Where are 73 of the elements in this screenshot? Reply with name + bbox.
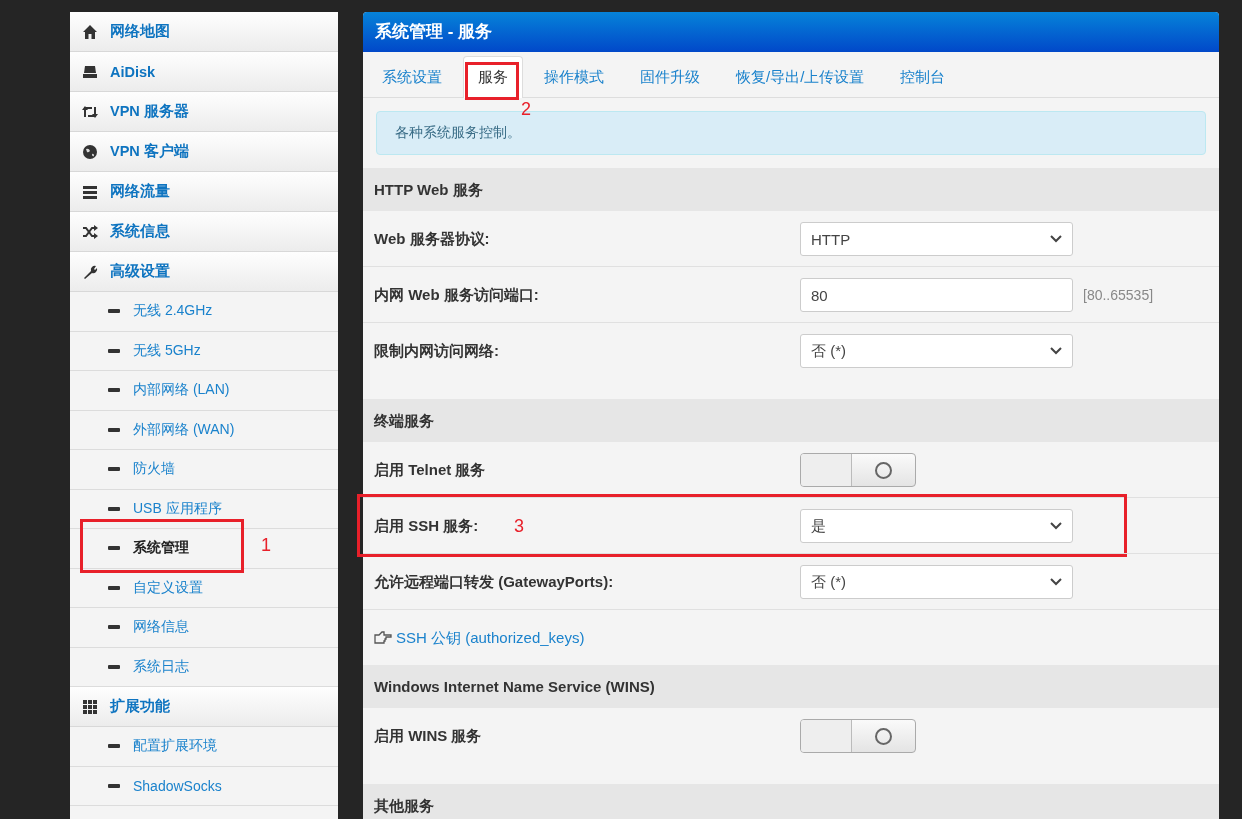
- tab[interactable]: 控制台: [885, 56, 961, 97]
- dropdown[interactable]: 否 (*): [800, 334, 1073, 368]
- dash-icon: [108, 625, 120, 630]
- submenu-item[interactable]: 无线 2.4GHz: [70, 292, 338, 332]
- port-input[interactable]: 80: [800, 278, 1073, 312]
- panel-title: 系统管理 - 服务: [363, 12, 1219, 52]
- menu-item[interactable]: 高级设置: [70, 252, 338, 292]
- section-header: HTTP Web 服务: [363, 168, 1219, 211]
- menu-item[interactable]: VPN 客户端: [70, 132, 338, 172]
- dash-icon: [108, 348, 120, 353]
- globe-icon: [82, 143, 98, 160]
- dash-icon: [108, 427, 120, 432]
- dash-icon: [108, 506, 120, 511]
- dropdown[interactable]: 是: [800, 509, 1073, 543]
- dropdown[interactable]: HTTP: [800, 222, 1073, 256]
- chevron-down-icon: [1050, 347, 1062, 355]
- annotation-number: 3: [514, 516, 524, 536]
- submenu-item[interactable]: 网络信息: [70, 608, 338, 648]
- chevron-down-icon: [1050, 578, 1062, 586]
- drive-icon: [82, 63, 98, 80]
- menu-item[interactable]: 网络地图: [70, 12, 338, 52]
- ssh-key-link[interactable]: SSH 公钥 (authorized_keys): [374, 628, 585, 648]
- submenu-item[interactable]: 配置扩展环境: [70, 727, 338, 767]
- dash-icon: [108, 309, 120, 314]
- chevron-down-icon: [1050, 235, 1062, 243]
- annotation-number: 1: [261, 535, 271, 555]
- submenu-item[interactable]: ShadowSocks: [70, 766, 338, 806]
- tab[interactable]: 固件升级: [625, 56, 715, 97]
- menu-item[interactable]: VPN 服务器: [70, 92, 338, 132]
- menu-item[interactable]: 扩展功能: [70, 687, 338, 727]
- off-circle-icon: [875, 727, 892, 745]
- field-label: 启用 SSH 服务:: [374, 516, 479, 534]
- wrench-icon: [82, 263, 98, 280]
- dash-icon: [108, 744, 120, 749]
- field-label: 启用 Telnet 服务: [374, 460, 486, 478]
- submenu-item[interactable]: 外部网络 (WAN): [70, 410, 338, 450]
- section-header: Windows Internet Name Service (WINS): [363, 665, 1219, 708]
- toggle-switch[interactable]: [800, 453, 916, 487]
- range-hint: [80..65535]: [1083, 287, 1154, 303]
- submenu-item[interactable]: USB 应用程序: [70, 489, 338, 529]
- dash-icon: [108, 585, 120, 590]
- dash-icon: [108, 664, 120, 669]
- menu-item[interactable]: 网络流量: [70, 172, 338, 212]
- section-header: 终端服务: [363, 399, 1219, 442]
- menu-item[interactable]: 系统信息: [70, 212, 338, 252]
- field-label: 启用 WINS 服务: [374, 726, 482, 744]
- chevron-down-icon: [1050, 522, 1062, 530]
- dash-icon: [108, 783, 120, 788]
- toggle-switch[interactable]: [800, 719, 916, 753]
- tab[interactable]: 操作模式: [529, 56, 619, 97]
- dash-icon: [108, 467, 120, 472]
- dropdown[interactable]: 否 (*): [800, 565, 1073, 599]
- grid-icon: [82, 698, 98, 715]
- submenu-item[interactable]: 内部网络 (LAN): [70, 371, 338, 411]
- shuffle-icon: [82, 223, 98, 240]
- submenu-item[interactable]: 自定义设置: [70, 568, 338, 608]
- field-label: 限制内网访问网络:: [374, 341, 499, 359]
- pointing-hand-icon: [374, 631, 392, 645]
- field-label: 内网 Web 服务访问端口:: [374, 285, 539, 303]
- list-icon: [82, 183, 98, 200]
- submenu-item[interactable]: 防火墙: [70, 450, 338, 490]
- dash-icon: [108, 546, 120, 551]
- tab[interactable]: 系统设置: [367, 56, 457, 97]
- home-icon: [82, 23, 98, 40]
- section-header: 其他服务: [363, 784, 1219, 819]
- off-circle-icon: [875, 461, 892, 479]
- tab[interactable]: 恢复/导出/上传设置: [721, 56, 880, 97]
- submenu-item[interactable]: 无线 5GHz: [70, 331, 338, 371]
- field-label: Web 服务器协议:: [374, 229, 490, 247]
- dash-icon: [108, 388, 120, 393]
- annotation-box: [465, 62, 519, 100]
- field-label: 允许远程端口转发 (GatewayPorts):: [374, 572, 614, 590]
- menu-item[interactable]: AiDisk: [70, 52, 338, 92]
